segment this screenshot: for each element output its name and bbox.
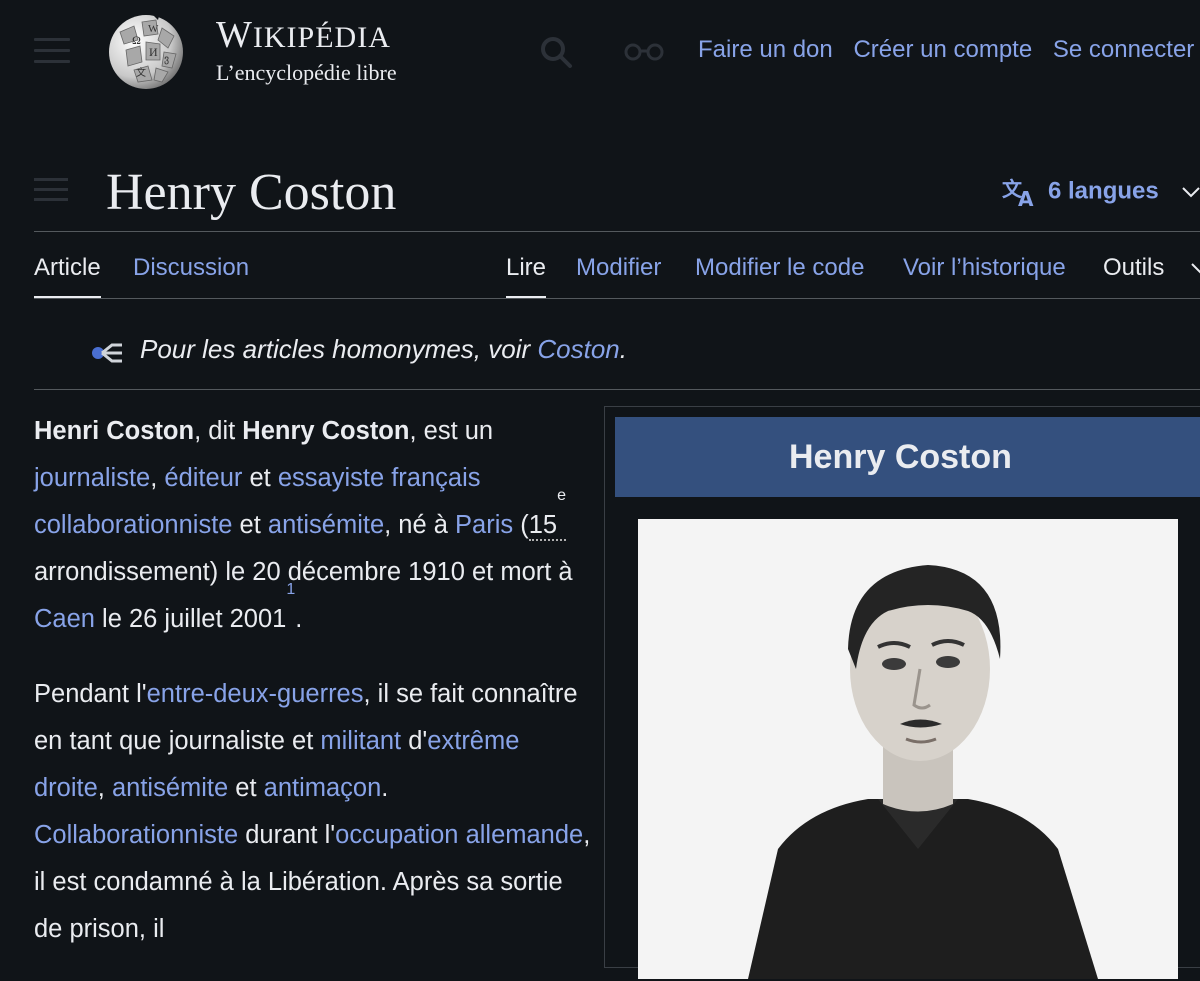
page-title: Henry Coston — [106, 164, 397, 221]
search-icon[interactable] — [538, 34, 574, 70]
tab-discussion[interactable]: Discussion — [133, 254, 249, 282]
link-occupation-allemande[interactable]: occupation allemande — [335, 821, 583, 849]
svg-text:Ω: Ω — [132, 33, 141, 47]
infobox: Henry Coston — [604, 406, 1200, 979]
tab-tools[interactable]: Outils — [1103, 254, 1200, 282]
svg-text:A: A — [1018, 187, 1034, 208]
reference-1[interactable]: 1 — [286, 581, 295, 598]
paragraph-intro: Henri Coston, dit Henry Coston, est un j… — [34, 417, 573, 633]
user-links: Faire un don Créer un compte Se connecte… — [698, 36, 1200, 64]
wordmark-title: WIKIPÉDIA — [216, 14, 391, 56]
tools-label: Outils — [1103, 254, 1165, 281]
translate-icon: 文 A — [1002, 177, 1034, 211]
disambiguation-icon — [92, 343, 122, 363]
link-editeur[interactable]: éditeur — [164, 464, 242, 492]
link-collaborationniste[interactable]: collaborationniste — [34, 511, 232, 539]
glasses-icon[interactable] — [624, 38, 664, 64]
svg-text:W: W — [148, 23, 159, 35]
svg-text:И: И — [149, 45, 158, 59]
link-entre-deux-guerres[interactable]: entre-deux-guerres — [147, 680, 364, 708]
paragraph-career: Pendant l'entre-deux-guerres, il se fait… — [34, 680, 591, 943]
svg-text:ვ: ვ — [164, 54, 169, 65]
link-caen[interactable]: Caen — [34, 605, 95, 633]
language-count: 6 langues — [1048, 177, 1159, 205]
tab-article[interactable]: Article — [34, 254, 101, 299]
hatnote: Pour les articles homonymes, voir Coston… — [90, 334, 627, 365]
portrait-photo[interactable] — [638, 519, 1178, 979]
link-militant[interactable]: militant — [320, 727, 401, 755]
svg-text:文: 文 — [136, 66, 146, 79]
wikipedia-wordmark[interactable]: WIKIPÉDIA L’encyclopédie libre — [216, 14, 397, 86]
link-journaliste[interactable]: journaliste — [34, 464, 150, 492]
link-collaborationniste-2[interactable]: Collaborationniste — [34, 821, 238, 849]
link-antimacon[interactable]: antimaçon — [264, 774, 382, 802]
title-divider — [34, 231, 1200, 232]
tab-edit[interactable]: Modifier — [576, 254, 661, 282]
wordmark-tagline: L’encyclopédie libre — [216, 60, 397, 85]
chevron-down-icon — [1182, 187, 1200, 198]
article-body: Henri Coston, dit Henry Coston, est un j… — [34, 408, 594, 981]
tab-read[interactable]: Lire — [506, 254, 547, 299]
link-antisemite-2[interactable]: antisémite — [112, 774, 228, 802]
tab-history[interactable]: Voir l’historique — [903, 254, 1066, 282]
infobox-title: Henry Coston — [615, 417, 1200, 497]
link-antisemite[interactable]: antisémite — [268, 511, 384, 539]
language-button[interactable]: 文 A 6 langues — [1002, 176, 1200, 211]
main-menu-icon[interactable] — [34, 38, 70, 66]
coston-link[interactable]: Coston — [537, 334, 619, 364]
donate-link[interactable]: Faire un don — [698, 36, 833, 63]
link-essayiste[interactable]: essayiste — [278, 464, 384, 492]
arrondissement-abbr[interactable]: 15e — [528, 488, 566, 541]
hatnote-divider — [34, 389, 1200, 390]
create-account-link[interactable]: Créer un compte — [853, 36, 1032, 63]
link-paris[interactable]: Paris — [455, 511, 513, 539]
login-link[interactable]: Se connecter — [1053, 36, 1194, 63]
tab-edit-source[interactable]: Modifier le code — [695, 254, 864, 282]
toc-icon[interactable] — [34, 178, 68, 208]
wikipedia-globe-logo[interactable]: Ω W И ვ 文 — [106, 10, 186, 90]
link-francais[interactable]: français — [391, 464, 480, 492]
tabs-divider — [34, 298, 1200, 299]
chevron-down-icon — [1191, 263, 1200, 274]
